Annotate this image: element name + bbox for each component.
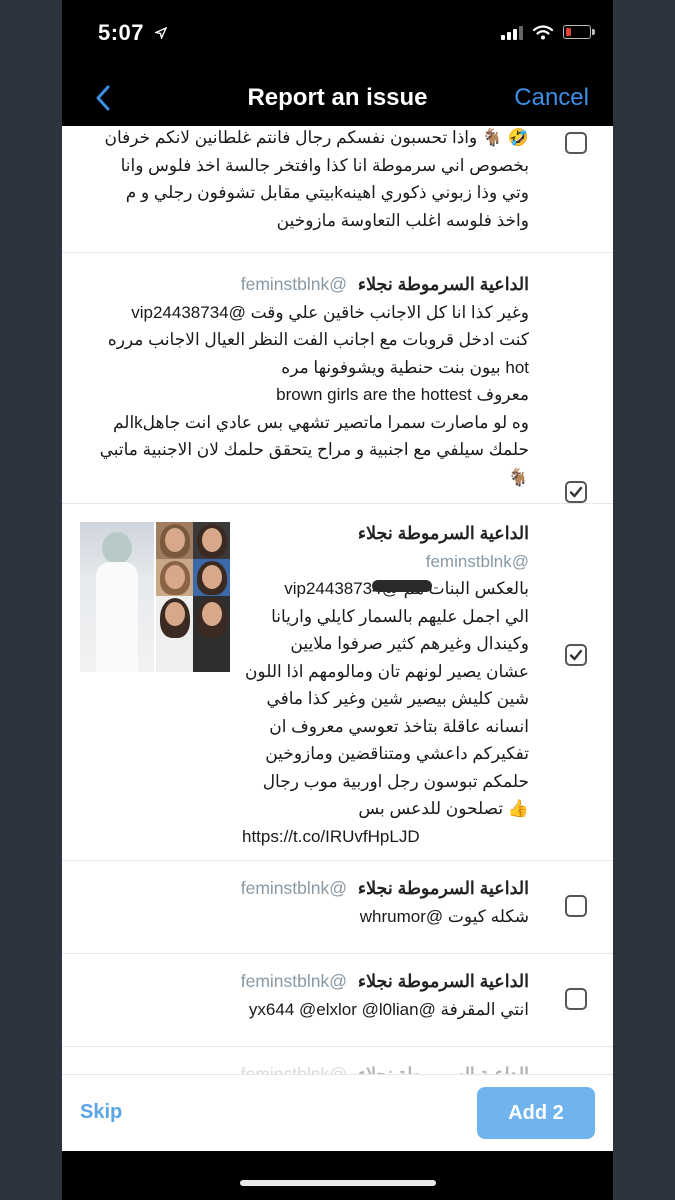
- tweet-line: عشان يصير لونهم تان ومالومهم اذا اللون: [244, 661, 529, 681]
- tweet-header: الداعية السرموطة نجلاء @feminstblnk: [80, 1061, 529, 1074]
- media-photo: [193, 596, 230, 672]
- cancel-button[interactable]: Cancel: [514, 84, 589, 112]
- status-time: 5:07: [98, 20, 168, 46]
- media-photo: [193, 559, 230, 596]
- background-left: [0, 0, 62, 1200]
- tweet-text: الداعية السرموطة نجلاء @feminstblnk انتي…: [80, 968, 529, 1023]
- tweet-row[interactable]: 🤣 🐐 واذا تحسبون نفسكم رجال فانتم غلطانين…: [62, 126, 613, 253]
- tweet-header: الداعية السرموطة نجلاء @feminstblnk: [80, 271, 529, 299]
- tweet-line: انتي المقرفة @yx644 @elxlor @l0lian: [248, 999, 529, 1019]
- tweet-header: الداعية السرموطة نجلاء: [242, 520, 529, 548]
- tweet-line: حلمكم تبوسون رجل اوربية موب رجال: [262, 771, 529, 791]
- tweet-line: حلمك سيلفي مع اجنبية و مراح يتحقق حلمك ل…: [99, 440, 529, 459]
- display-name: الداعية السرموطة نجلاء: [357, 971, 529, 991]
- signal-icon: [501, 24, 523, 40]
- tweet-line: واخذ فلوسه اغلب التعاوسة مازوخين: [276, 210, 529, 230]
- tweet-line: تفكيركم داعشي ومتناقضين ومازوخين: [265, 744, 529, 763]
- select-checkbox-checked[interactable]: [565, 481, 587, 503]
- home-indicator[interactable]: [240, 1180, 436, 1186]
- tweet-line: شكله كيوت @whrumor: [359, 906, 529, 926]
- select-checkbox[interactable]: [565, 895, 587, 917]
- tweet-text: الداعية السرموطة نجلاء @feminstblnk وغير…: [80, 271, 529, 491]
- user-handle: @feminstblnk: [240, 971, 348, 991]
- skip-button[interactable]: Skip: [80, 1101, 122, 1124]
- select-checkbox-checked[interactable]: [565, 644, 587, 666]
- media-photo: [156, 559, 193, 596]
- media-photo: [80, 522, 154, 672]
- battery-icon: [563, 25, 595, 39]
- phone-screen: 5:07 Report an issue Cancel 🤣 🐐 واذا تحس…: [62, 0, 613, 1200]
- media-photo: [156, 522, 193, 559]
- tweet-row[interactable]: الداعية السرموطة نجلاء @feminstblnk انتي…: [62, 954, 613, 1047]
- tweet-line: 👍 تصلحون للدعس بس: [358, 799, 529, 818]
- status-bar: 5:07: [62, 0, 613, 70]
- tweet-line: وغير كذا انا كل الاجانب خاقين علي وقت @v…: [131, 302, 529, 322]
- media-photo: [193, 522, 230, 559]
- tweet-line: انسانه عاقلة بتاخذ تعوسي معروف ان: [269, 716, 529, 736]
- tweet-line: 🐐: [507, 467, 529, 487]
- display-name: الداعية السرموطة نجلاء: [357, 1064, 529, 1074]
- media-photo: [156, 596, 193, 672]
- tweet-line: وه لو ماصارت سمرا ماتصير تشهي بس عادي ان…: [112, 412, 529, 432]
- display-name: الداعية السرموطة نجلاء: [357, 878, 529, 898]
- tweet-row[interactable]: الداعية السرموطة نجلاء @feminstblnk: [62, 1047, 613, 1074]
- select-checkbox[interactable]: [565, 132, 587, 154]
- tweet-text: 🤣 🐐 واذا تحسبون نفسكم رجال فانتم غلطانين…: [80, 126, 529, 234]
- tweet-text: الداعية السرموطة نجلاء @feminstblnk شكله…: [80, 875, 529, 930]
- tweet-line: معروف brown girls are the hottest: [276, 385, 529, 404]
- display-name: الداعية السرموطة نجلاء: [357, 274, 529, 294]
- tweet-line: كنت ادخل قروبات مع اجانب الفت النظر العي…: [107, 330, 529, 349]
- display-name: الداعية السرموطة نجلاء: [357, 523, 529, 543]
- tweet-header: الداعية السرموطة نجلاء @feminstblnk: [80, 968, 529, 996]
- tweet-text: الداعية السرموطة نجلاء @feminstblnk بالع…: [242, 520, 529, 850]
- nav-bar: Report an issue Cancel: [62, 70, 613, 126]
- redaction-mark: [372, 580, 432, 592]
- tweet-link[interactable]: https://t.co/IRUvfHpLJD: [242, 823, 529, 851]
- tweet-line: بخصوص اني سرموطة انا كذا وافتخر جالسة اخ…: [120, 155, 529, 175]
- battery-level: [566, 28, 571, 36]
- wifi-icon: [533, 24, 553, 39]
- tweet-line: الي اجمل عليهم بالسمار كايلي واريانا: [271, 606, 529, 626]
- tweet-line: وتي وذا زبوني ذكوري اهينهkبيتي مقابل تشو…: [125, 183, 529, 202]
- tweet-text: الداعية السرموطة نجلاء @feminstblnk: [80, 1061, 529, 1074]
- tweet-line: شين كليش بيصير شين وغير كذا مافي: [266, 689, 529, 708]
- media-grid[interactable]: [80, 522, 230, 672]
- status-icons: [501, 24, 595, 40]
- tweet-row[interactable]: الداعية السرموطة نجلاء @feminstblnk بالع…: [62, 504, 613, 861]
- user-handle: @feminstblnk: [240, 274, 348, 294]
- location-arrow-icon: [153, 26, 168, 41]
- select-checkbox[interactable]: [565, 988, 587, 1010]
- tweet-row[interactable]: الداعية السرموطة نجلاء @feminstblnk وغير…: [62, 253, 613, 504]
- tweet-list: 🤣 🐐 واذا تحسبون نفسكم رجال فانتم غلطانين…: [62, 126, 613, 1074]
- user-handle: @feminstblnk: [240, 878, 348, 898]
- add-button[interactable]: Add 2: [477, 1087, 595, 1139]
- tweet-row[interactable]: الداعية السرموطة نجلاء @feminstblnk شكله…: [62, 861, 613, 954]
- tweet-line: وكيندال وغيرهم كثير صرفوا ملايين: [290, 634, 529, 653]
- tweet-line: 🤣 🐐 واذا تحسبون نفسكم رجال فانتم غلطانين…: [104, 128, 529, 147]
- footer-bar: Skip Add 2: [62, 1074, 613, 1151]
- background-right: [613, 0, 675, 1200]
- tweet-line: hot بيون بنت حنطية ويشوفونها مره: [281, 357, 529, 377]
- tweet-header: الداعية السرموطة نجلاء @feminstblnk: [80, 875, 529, 903]
- checkmark-icon: [569, 649, 583, 661]
- checkmark-icon: [569, 486, 583, 498]
- time-label: 5:07: [98, 20, 145, 45]
- user-handle: @feminstblnk: [240, 1064, 348, 1074]
- user-handle: @feminstblnk: [425, 551, 529, 571]
